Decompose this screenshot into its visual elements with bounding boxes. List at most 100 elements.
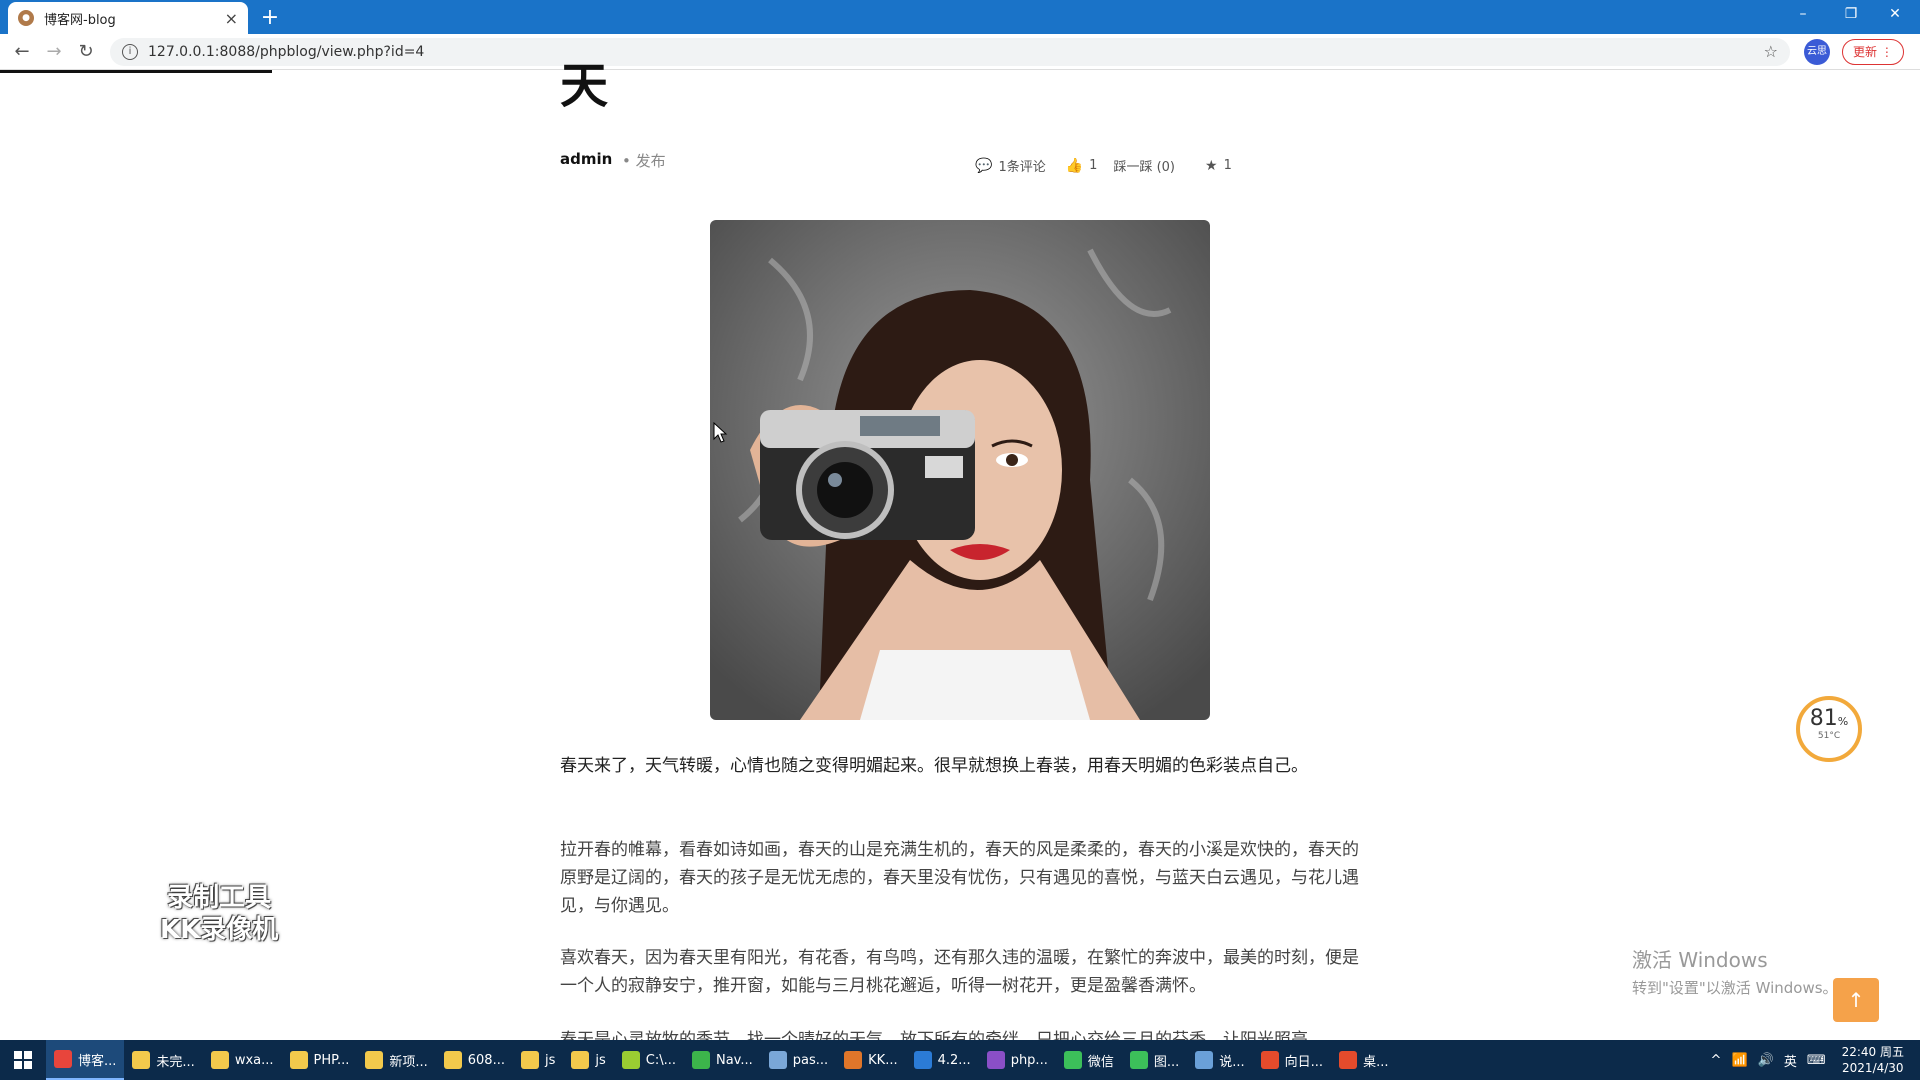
favorite-star-icon[interactable]: ★ bbox=[1205, 158, 1218, 174]
taskbar-app-item[interactable]: 新项... bbox=[357, 1040, 435, 1080]
taskbar-app-item[interactable]: 向日... bbox=[1253, 1040, 1331, 1080]
taskbar-app-item[interactable]: 608... bbox=[436, 1040, 513, 1080]
comment-icon: 💬 bbox=[975, 157, 993, 174]
back-to-top-button[interactable]: ↑ bbox=[1833, 978, 1879, 1022]
reload-icon[interactable]: ↻ bbox=[70, 36, 102, 68]
gauge-temperature: 51°C bbox=[1817, 731, 1841, 741]
omnibox[interactable]: i 127.0.0.1:8088/phpblog/view.php?id=4 ☆ bbox=[110, 37, 1790, 66]
keyboard-icon[interactable]: ⌨ bbox=[1807, 1053, 1826, 1068]
taskbar-app-label: KK... bbox=[868, 1052, 898, 1068]
taskbar-app-item[interactable]: 未完... bbox=[124, 1040, 202, 1080]
taskbar-app-icon bbox=[1129, 1051, 1148, 1069]
taskbar-app-icon bbox=[54, 1050, 72, 1068]
activation-watermark: 激活 Windows 转到"设置"以激活 Windows。 bbox=[1632, 944, 1838, 998]
taskbar-app-item[interactable]: js bbox=[563, 1040, 613, 1080]
post-image bbox=[710, 220, 1210, 720]
taskbar-app-label: 微信 bbox=[1087, 1054, 1114, 1070]
taskbar-app-item[interactable]: 4.2... bbox=[906, 1040, 979, 1080]
close-window-button[interactable]: ✕ bbox=[1872, 0, 1918, 30]
taskbar-clock[interactable]: 22:40 周五 2021/4/30 bbox=[1836, 1044, 1910, 1076]
taskbar-app-item[interactable]: 图... bbox=[1122, 1040, 1187, 1080]
tray-chevron-icon[interactable]: ^ bbox=[1711, 1053, 1722, 1068]
browser-tab[interactable]: ● 博客网-blog × bbox=[8, 2, 248, 34]
taskbar-app-icon bbox=[365, 1051, 384, 1069]
taskbar-app-icon bbox=[986, 1051, 1005, 1069]
windows-taskbar: 博客... 未完... wxa... PHP... 新项... 608... js js C:\… bbox=[0, 1040, 1920, 1080]
recorder-watermark: 录制工具 KK录像机 bbox=[160, 882, 278, 946]
taskbar-app-item[interactable]: php... bbox=[979, 1040, 1056, 1080]
post-title: 天 bbox=[560, 58, 609, 114]
system-tray: ^ 📶 🔊 英 ⌨ 22:40 周五 2021/4/30 bbox=[1711, 1044, 1920, 1076]
windows-start-icon[interactable] bbox=[0, 1040, 46, 1080]
dislike-button[interactable]: 踩一踩 (0) bbox=[1113, 156, 1175, 175]
mouse-cursor-icon bbox=[713, 422, 728, 443]
forward-arrow-icon[interactable]: → bbox=[38, 36, 70, 68]
taskbar-app-label: 向日... bbox=[1284, 1054, 1324, 1070]
minimize-button[interactable]: – bbox=[1780, 0, 1826, 30]
extension-avatar[interactable]: 云思 bbox=[1804, 38, 1830, 65]
clock-time: 22:40 周五 bbox=[1841, 1045, 1904, 1059]
post-stats: 💬 1条评论 👍 1 踩一踩 (0) ★ 1 bbox=[975, 156, 1232, 176]
site-info-icon[interactable]: i bbox=[122, 43, 138, 60]
taskbar-app-icon bbox=[768, 1051, 787, 1069]
restore-button[interactable]: ❐ bbox=[1828, 0, 1874, 30]
taskbar-app-icon bbox=[520, 1051, 539, 1069]
taskbar-app-icon bbox=[132, 1051, 151, 1069]
taskbar-app-item[interactable]: 微信 bbox=[1056, 1040, 1122, 1080]
update-label: 更新 bbox=[1853, 44, 1878, 59]
post-paragraph: 拉开春的帷幕，看春如诗如画，春天的山是充满生机的，春天的风是柔柔的，春天的小溪是… bbox=[560, 840, 1359, 916]
update-button[interactable]: 更新 ⋮ bbox=[1842, 38, 1904, 65]
taskbar-app-icon bbox=[1339, 1051, 1358, 1069]
taskbar-app-item[interactable]: wxa... bbox=[203, 1040, 282, 1080]
taskbar-app-label: js bbox=[544, 1052, 556, 1068]
taskbar-app-icon bbox=[1063, 1051, 1082, 1069]
taskbar-app-label: 未完... bbox=[156, 1054, 195, 1070]
taskbar-app-icon bbox=[1195, 1051, 1214, 1069]
favorite-count: 1 bbox=[1223, 158, 1232, 173]
taskbar-app-item[interactable]: 桌... bbox=[1331, 1040, 1396, 1080]
volume-icon[interactable]: 🔊 bbox=[1758, 1053, 1774, 1068]
ime-indicator[interactable]: 英 bbox=[1784, 1051, 1797, 1070]
browser-tab-bar: ● 博客网-blog × + – ❐ ✕ bbox=[0, 0, 1920, 34]
taskbar-app-icon bbox=[1260, 1051, 1279, 1069]
clock-date: 2021/4/30 bbox=[1842, 1061, 1904, 1075]
taskbar-app-label: wxa... bbox=[234, 1052, 274, 1068]
post-author[interactable]: admin bbox=[560, 150, 612, 168]
taskbar-app-icon bbox=[691, 1051, 710, 1069]
taskbar-app-item[interactable]: Nav... bbox=[684, 1040, 761, 1080]
taskbar-app-icon bbox=[289, 1051, 308, 1069]
post-publish-label: • 发布 bbox=[622, 152, 666, 170]
taskbar-app-item[interactable]: C:\... bbox=[614, 1040, 684, 1080]
taskbar-app-item[interactable]: 博客... bbox=[46, 1040, 125, 1080]
new-tab-button[interactable]: + bbox=[256, 4, 284, 32]
taskbar-app-label: 说... bbox=[1219, 1054, 1245, 1070]
taskbar-app-label: 桌... bbox=[1363, 1054, 1389, 1070]
taskbar-app-label: 新项... bbox=[389, 1054, 428, 1070]
url-text[interactable]: 127.0.0.1:8088/phpblog/view.php?id=4 bbox=[148, 44, 424, 60]
network-icon[interactable]: 📶 bbox=[1731, 1053, 1747, 1068]
comment-count[interactable]: 1条评论 bbox=[998, 156, 1045, 175]
taskbar-app-label: 4.2... bbox=[937, 1052, 971, 1068]
thumbs-up-icon[interactable]: 👍 bbox=[1066, 158, 1083, 174]
taskbar-app-item[interactable]: js bbox=[513, 1040, 563, 1080]
taskbar-app-label: js bbox=[595, 1052, 606, 1068]
back-arrow-icon[interactable]: ← bbox=[6, 36, 38, 68]
taskbar-app-item[interactable]: 说... bbox=[1187, 1040, 1252, 1080]
post-paragraph: 春天来了，天气转暖，心情也随之变得明媚起来。很早就想换上春装，用春天明媚的色彩装… bbox=[560, 756, 1308, 776]
cpu-gauge-widget[interactable]: 81% 51°C bbox=[1796, 696, 1862, 762]
taskbar-app-item[interactable]: KK... bbox=[836, 1040, 905, 1080]
taskbar-app-icon bbox=[621, 1051, 640, 1069]
bookmark-star-icon[interactable]: ☆ bbox=[1764, 42, 1778, 61]
taskbar-app-icon bbox=[571, 1051, 590, 1069]
taskbar-app-label: php... bbox=[1010, 1052, 1048, 1068]
recorder-watermark-line1: 录制工具 bbox=[167, 883, 272, 913]
post-paragraph: 喜欢春天，因为春天里有阳光，有花香，有鸟鸣，还有那久违的温暖，在繁忙的奔波中，最… bbox=[560, 948, 1359, 996]
taskbar-app-item[interactable]: PHP... bbox=[282, 1040, 358, 1080]
taskbar-app-label: Nav... bbox=[715, 1052, 753, 1068]
tab-close-icon[interactable]: × bbox=[225, 9, 238, 28]
taskbar-app-item[interactable]: pas... bbox=[761, 1040, 836, 1080]
taskbar-app-label: 博客... bbox=[78, 1053, 117, 1069]
site-favicon-icon: ● bbox=[18, 10, 34, 26]
taskbar-app-icon bbox=[210, 1051, 229, 1069]
gauge-percent: 81 bbox=[1809, 706, 1838, 731]
